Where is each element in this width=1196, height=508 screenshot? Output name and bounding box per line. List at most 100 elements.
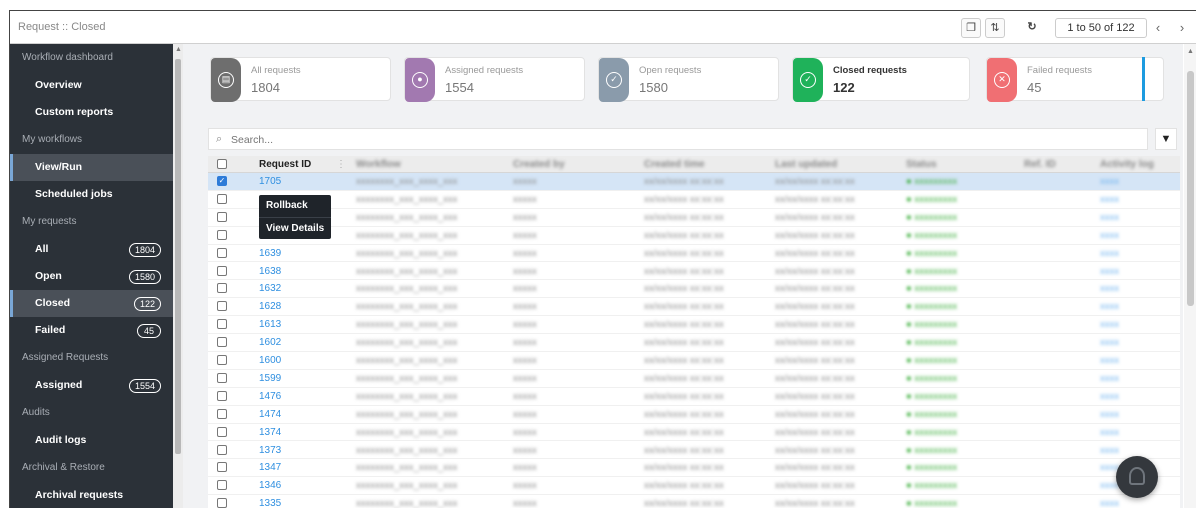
request-id-link[interactable]: 1599 [259, 373, 281, 384]
row-checkbox[interactable] [217, 283, 227, 294]
col-ref-id[interactable]: Ref. ID [1024, 159, 1056, 170]
row-checkbox[interactable] [217, 480, 227, 491]
scroll-up-icon[interactable]: ▲ [175, 46, 182, 53]
sidebar-item-audit-logs[interactable]: Audit logs [10, 427, 173, 454]
col-last-updated[interactable]: Last updated [775, 159, 837, 170]
row-checkbox[interactable] [217, 355, 227, 365]
table-row[interactable]: 1602 xxxxxxxx_xxx_xxxx_xxx xxxxx xx/xx/xxxx… [208, 334, 1180, 352]
request-id-link[interactable]: 1474 [259, 409, 281, 420]
row-checkbox[interactable] [217, 372, 227, 383]
sidebar-item-overview[interactable]: Overview [10, 72, 173, 99]
request-id-link[interactable]: 1602 [259, 337, 281, 348]
request-id-link[interactable]: 1628 [259, 301, 281, 312]
table-row[interactable]: 1639 xxxxxxxx_xxx_xxxx_xxx xxxxx xx/xx/xxxx… [208, 245, 1180, 263]
table-row[interactable]: 1702xxxxxxxx_xxx_xxxx_xxxxxxxxxx/xx/xxxx… [208, 191, 1180, 209]
table-row[interactable]: ✓ 1705 xxxxxxxx_xxx_xxxx_xxx xxxxx xx/xx/xxx… [208, 173, 1180, 191]
redacted-cell: xx/xx/xxxx xx:xx:xx [775, 372, 855, 384]
table-row[interactable]: 1476 xxxxxxxx_xxx_xxxx_xxx xxxxx xx/xx/xxxx… [208, 388, 1180, 406]
row-checkbox[interactable] [217, 498, 227, 508]
scroll-up-icon[interactable]: ▲ [1187, 48, 1194, 55]
select-all-checkbox[interactable] [217, 159, 227, 169]
search-box[interactable]: ⌕ [208, 128, 1148, 150]
table-row[interactable]: 1638 xxxxxxxx_xxx_xxxx_xxx xxxxx xx/xx/xxxx… [208, 263, 1180, 281]
table-row[interactable]: 1701xxxxxxxx_xxx_xxxx_xxxxxxxxxx/xx/xxxx… [208, 227, 1180, 245]
col-request-id[interactable]: Request ID [259, 159, 311, 170]
refresh-icon[interactable]: ↻ [1022, 18, 1042, 38]
main-scroll-thumb[interactable] [1187, 71, 1194, 306]
sidebar-item-open[interactable]: Open 1580 [10, 263, 173, 290]
card-open-requests[interactable]: ✓ Open requests 1580 [598, 57, 779, 102]
row-checkbox[interactable] [217, 462, 227, 473]
table-row[interactable]: 1599 xxxxxxxx_xxx_xxxx_xxx xxxxx xx/xx/xxxx… [208, 370, 1180, 388]
sidebar-item-closed[interactable]: Closed 122 [10, 290, 173, 317]
sidebar-group-label: Workflow dashboard [22, 52, 113, 63]
col-created-by[interactable]: Created by [513, 159, 565, 170]
redacted-cell: ● xxxxxxxxx [906, 283, 958, 295]
request-id-link[interactable]: 1346 [259, 480, 281, 491]
copy-icon[interactable]: ❐ [961, 18, 981, 38]
sidebar-item-assigned[interactable]: Assigned 1554 [10, 372, 173, 399]
search-input[interactable] [231, 132, 631, 147]
request-id-link[interactable]: 1600 [259, 355, 281, 366]
card-all-requests[interactable]: ▤ All requests 1804 [210, 57, 391, 102]
row-checkbox[interactable] [217, 247, 227, 258]
sidebar-item-view-run[interactable]: View/Run [10, 154, 173, 181]
column-menu-icon[interactable]: ⋮ [336, 159, 346, 170]
floating-action-button[interactable] [1116, 456, 1158, 498]
request-id-link[interactable]: 1347 [259, 462, 281, 473]
sidebar-scroll-thumb[interactable] [175, 59, 181, 454]
row-checkbox[interactable] [217, 193, 227, 204]
row-checkbox[interactable] [217, 337, 227, 348]
table-row[interactable]: 1613 xxxxxxxx_xxx_xxxx_xxx xxxxx xx/xx/xxxx… [208, 316, 1180, 335]
row-checkbox[interactable] [217, 211, 227, 222]
sidebar-item-scheduled-jobs[interactable]: Scheduled jobs [10, 181, 173, 208]
request-id-link[interactable]: 1638 [259, 266, 281, 277]
row-checkbox[interactable] [217, 390, 227, 401]
table-row[interactable]: 1346 xxxxxxxx_xxx_xxxx_xxx xxxxx xx/xx/xxxx… [208, 477, 1180, 496]
table-row[interactable]: 1632 xxxxxxxx_xxx_xxxx_xxx xxxxx xx/xx/xxxx… [208, 280, 1180, 299]
request-id-link[interactable]: 1476 [259, 391, 281, 402]
card-closed-requests[interactable]: ✓ Closed requests 122 [792, 57, 970, 102]
row-checkbox[interactable] [217, 301, 227, 312]
row-checkbox[interactable]: ✓ [217, 176, 227, 186]
request-id-link[interactable]: 1632 [259, 283, 281, 294]
table-row[interactable]: 1335 xxxxxxxx_xxx_xxxx_xxx xxxxx xx/xx/xxxx… [208, 495, 1180, 508]
chevron-left-icon[interactable]: ‹ [1148, 18, 1168, 38]
row-checkbox[interactable] [217, 319, 227, 330]
col-activity-log[interactable]: Activity log [1100, 159, 1154, 170]
request-id-link[interactable]: 1639 [259, 248, 281, 259]
table-row[interactable]: 1628 xxxxxxxx_xxx_xxxx_xxx xxxxx xx/xx/xxxx… [208, 298, 1180, 317]
table-row[interactable]: 1347 xxxxxxxx_xxx_xxxx_xxx xxxxx xx/xx/xxxx… [208, 459, 1180, 478]
row-checkbox[interactable] [217, 444, 227, 455]
sidebar-item-archival-requests[interactable]: Archival requests [10, 482, 173, 508]
col-workflow[interactable]: Workflow [356, 159, 401, 170]
rollback-menu-item[interactable]: Rollback [259, 195, 331, 217]
retweet-icon[interactable]: ⇅ [985, 18, 1005, 38]
table-row[interactable]: 1373 xxxxxxxx_xxx_xxxx_xxx xxxxx xx/xx/xxxx… [208, 442, 1180, 460]
sidebar-item-custom-reports[interactable]: Custom reports [10, 99, 173, 126]
request-id-link[interactable]: 1374 [259, 427, 281, 438]
col-created-time[interactable]: Created time [644, 159, 705, 170]
request-id-link[interactable]: 1335 [259, 498, 281, 508]
filter-icon[interactable]: ▼ [1155, 128, 1177, 150]
row-checkbox[interactable] [217, 426, 227, 437]
col-status[interactable]: Status [906, 159, 937, 170]
card-assigned-requests[interactable]: ● Assigned requests 1554 [404, 57, 585, 102]
sidebar-item-all[interactable]: All 1804 [10, 236, 173, 263]
sidebar-item-failed[interactable]: Failed 45 [10, 317, 173, 344]
request-id-link[interactable]: 1373 [259, 445, 281, 456]
table-row[interactable]: 1600 xxxxxxxx_xxx_xxxx_xxx xxxxx xx/xx/xxxx… [208, 352, 1180, 370]
row-checkbox[interactable] [217, 229, 227, 240]
table-row[interactable]: 1474 xxxxxxxx_xxx_xxxx_xxx xxxxx xx/xx/xxxx… [208, 406, 1180, 424]
sidebar-scrollbar[interactable]: ▲ [173, 44, 183, 508]
table-row[interactable]: 1703xxxxxxxx_xxx_xxxx_xxxxxxxxxx/xx/xxxx… [208, 209, 1180, 227]
table-row[interactable]: 1374 xxxxxxxx_xxx_xxxx_xxx xxxxx xx/xx/xxxx… [208, 424, 1180, 442]
request-id-link[interactable]: 1613 [259, 319, 281, 330]
main-scrollbar[interactable]: ▲ [1184, 44, 1196, 508]
card-failed-requests[interactable]: ✕ Failed requests 45 [986, 57, 1164, 102]
request-id-link[interactable]: 1705 [259, 176, 281, 187]
row-checkbox[interactable] [217, 265, 227, 276]
view-details-menu-item[interactable]: View Details [259, 217, 331, 239]
row-checkbox[interactable] [217, 408, 227, 419]
chevron-right-icon[interactable]: › [1172, 18, 1192, 38]
